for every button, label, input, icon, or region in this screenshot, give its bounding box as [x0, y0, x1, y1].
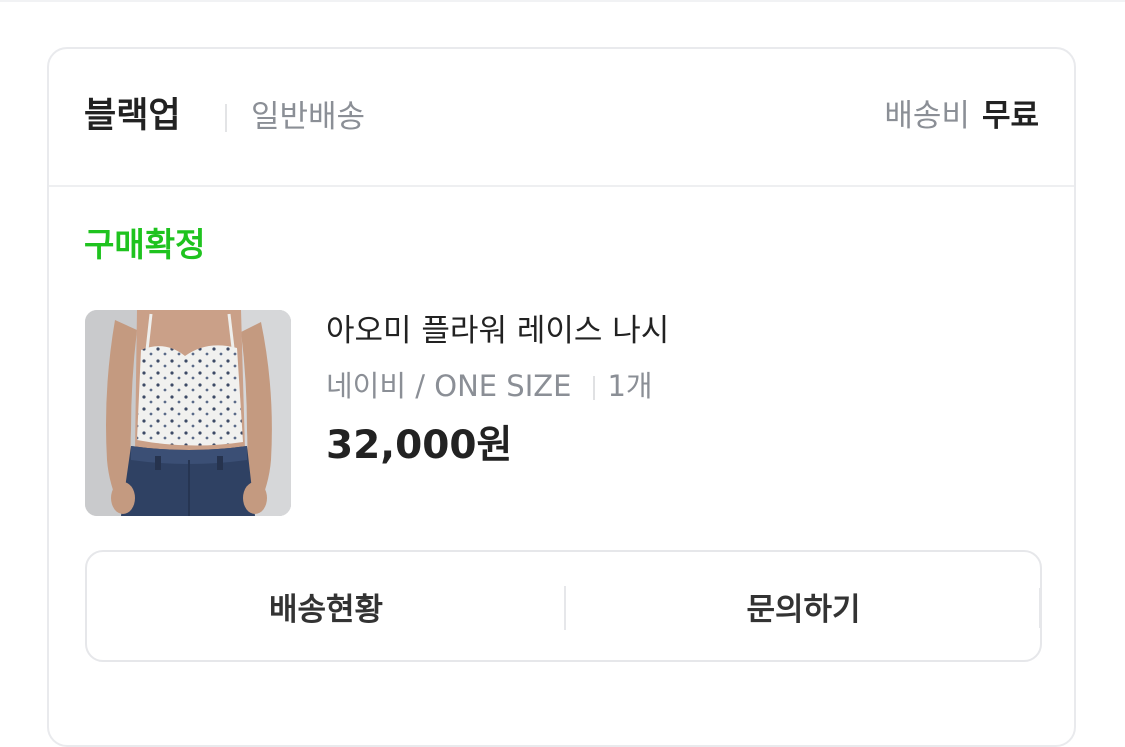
option-divider [593, 376, 596, 400]
product-quantity: 1개 [607, 369, 653, 403]
shipping-type: 일반배송 [251, 99, 366, 135]
inquiry-button[interactable]: 문의하기 [565, 552, 1042, 660]
product-name[interactable]: 아오미 플라워 레이스 나시 [326, 311, 669, 351]
order-card: 블랙업 일반배송 배송비 무료 구매확정 아오미 플라워 레이스 나시 네이비 … [47, 47, 1076, 747]
actions-scroll-edge [1039, 588, 1042, 628]
product-option: 네이비 / ONE SIZE [326, 369, 572, 403]
product-option-line: 네이비 / ONE SIZE 1개 [326, 367, 653, 405]
top-divider [0, 0, 1125, 2]
store-name[interactable]: 블랙업 [84, 94, 181, 138]
header-divider [225, 104, 227, 132]
shipping-fee-label: 배송비 [884, 98, 970, 134]
track-delivery-button[interactable]: 배송현황 [87, 552, 565, 660]
order-actions: 배송현황 문의하기 [85, 550, 1042, 662]
shipping-fee-value: 무료 [981, 98, 1039, 134]
product-thumbnail[interactable] [85, 310, 291, 516]
shipping-fee: 배송비 무료 [884, 96, 1039, 136]
product-image [85, 310, 291, 516]
order-status: 구매확정 [84, 225, 206, 264]
store-header: 블랙업 일반배송 배송비 무료 [49, 49, 1074, 187]
product-price: 32,000원 [326, 423, 513, 468]
